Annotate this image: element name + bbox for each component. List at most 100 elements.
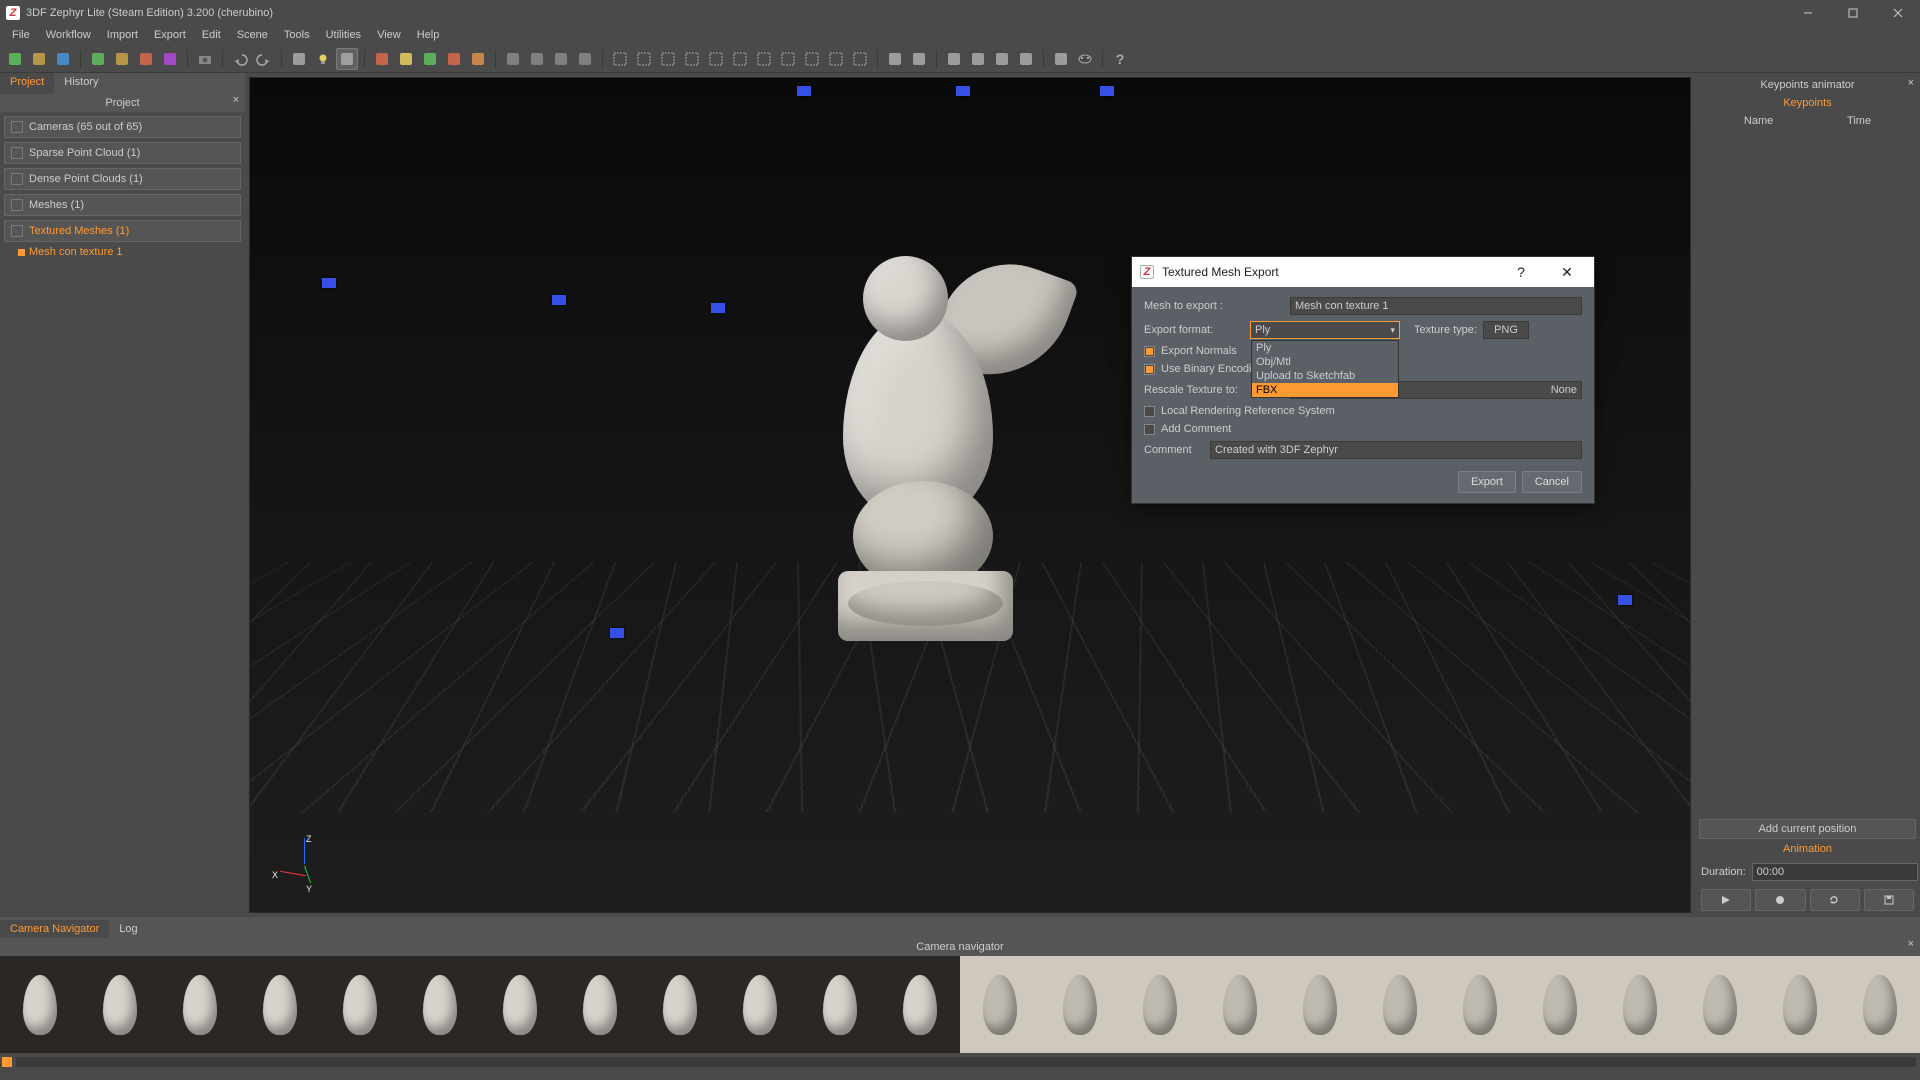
camera-thumbnail[interactable] xyxy=(240,956,320,1053)
toolbar-sel-color-icon[interactable] xyxy=(681,48,703,70)
menu-scene[interactable]: Scene xyxy=(229,27,276,43)
camera-thumbnail[interactable] xyxy=(1520,956,1600,1053)
toolbar-pick-icon[interactable] xyxy=(1015,48,1037,70)
toolbar-new-icon[interactable] xyxy=(4,48,26,70)
mesh-to-export-field[interactable]: Mesh con texture 1 xyxy=(1290,297,1582,315)
keypoints-list[interactable] xyxy=(1699,131,1916,817)
camera-navigator-close-icon[interactable]: × xyxy=(1908,938,1914,950)
camera-thumbnail[interactable] xyxy=(0,956,80,1053)
camera-thumbnail[interactable] xyxy=(320,956,400,1053)
toolbar-wiz4-icon[interactable] xyxy=(159,48,181,70)
camera-thumbnail[interactable] xyxy=(720,956,800,1053)
scrollbar-track[interactable] xyxy=(16,1057,1916,1067)
orientation-gizmo[interactable]: Z X Y xyxy=(276,836,326,886)
camera-thumbnail[interactable] xyxy=(560,956,640,1053)
local-ref-checkbox[interactable] xyxy=(1144,406,1155,417)
toolbar-pts3-icon[interactable] xyxy=(550,48,572,70)
menu-edit[interactable]: Edit xyxy=(194,27,229,43)
toolbar-wiz1-icon[interactable] xyxy=(87,48,109,70)
dialog-help-button[interactable]: ? xyxy=(1502,257,1540,287)
toolbar-shade2-icon[interactable] xyxy=(395,48,417,70)
menu-utilities[interactable]: Utilities xyxy=(318,27,369,43)
camera-thumbnail[interactable] xyxy=(1840,956,1920,1053)
camera-thumbnail[interactable] xyxy=(800,956,880,1053)
toolbar-bbox-icon[interactable] xyxy=(336,48,358,70)
toolbar-help-icon[interactable]: ? xyxy=(1109,48,1131,70)
toolbar-plane-icon[interactable] xyxy=(991,48,1013,70)
dialog-titlebar[interactable]: Z Textured Mesh Export ? ✕ xyxy=(1132,257,1594,287)
camera-thumbnail[interactable] xyxy=(880,956,960,1053)
toolbar-camera-icon[interactable] xyxy=(194,48,216,70)
toolbar-shade5-icon[interactable] xyxy=(467,48,489,70)
toolbar-wiz3-icon[interactable] xyxy=(135,48,157,70)
tree-item-cameras[interactable]: Cameras (65 out of 65) xyxy=(4,116,241,138)
maximize-button[interactable] xyxy=(1830,0,1875,25)
camera-thumbnail[interactable] xyxy=(1760,956,1840,1053)
panel-close-icon[interactable]: × xyxy=(1908,77,1914,89)
toolbar-sel-all-icon[interactable] xyxy=(777,48,799,70)
toolbar-axis-icon[interactable] xyxy=(967,48,989,70)
combo-option-ply[interactable]: Ply xyxy=(1252,341,1398,355)
camera-marker[interactable] xyxy=(552,295,566,305)
toolbar-save-icon[interactable] xyxy=(52,48,74,70)
toolbar-open-icon[interactable] xyxy=(28,48,50,70)
minimize-button[interactable] xyxy=(1785,0,1830,25)
toolbar-sel-inv-icon[interactable] xyxy=(753,48,775,70)
toolbar-sel-shrink-icon[interactable] xyxy=(849,48,871,70)
camera-marker[interactable] xyxy=(322,278,336,288)
menu-help[interactable]: Help xyxy=(409,27,448,43)
toolbar-wrench-icon[interactable] xyxy=(1050,48,1072,70)
toolbar-shade4-icon[interactable] xyxy=(443,48,465,70)
camera-thumbnail[interactable] xyxy=(1680,956,1760,1053)
toolbar-sel-lasso-icon[interactable] xyxy=(633,48,655,70)
texture-type-field[interactable]: PNG xyxy=(1483,321,1529,339)
camera-thumbnail-strip[interactable] xyxy=(0,956,1920,1053)
camera-thumbnail[interactable] xyxy=(480,956,560,1053)
toolbar-wiz2-icon[interactable] xyxy=(111,48,133,70)
toolbar-sel-cuboid-icon[interactable] xyxy=(729,48,751,70)
menu-workflow[interactable]: Workflow xyxy=(38,27,99,43)
loop-button[interactable] xyxy=(1810,889,1860,911)
comment-field[interactable]: Created with 3DF Zephyr xyxy=(1210,441,1582,459)
tree-item-meshes[interactable]: Meshes (1) xyxy=(4,194,241,216)
camera-marker[interactable] xyxy=(1618,595,1632,605)
combo-option-fbx[interactable]: FBX xyxy=(1252,383,1398,397)
camera-thumbnail[interactable] xyxy=(1440,956,1520,1053)
tree-item-textured-meshes[interactable]: Textured Meshes (1) xyxy=(4,220,241,242)
camera-marker[interactable] xyxy=(1100,86,1114,96)
toolbar-shade1-icon[interactable] xyxy=(371,48,393,70)
tab-log[interactable]: Log xyxy=(109,920,147,938)
camera-thumbnail[interactable] xyxy=(1200,956,1280,1053)
record-button[interactable] xyxy=(1755,889,1805,911)
menu-export[interactable]: Export xyxy=(146,27,194,43)
play-button[interactable] xyxy=(1701,889,1751,911)
camera-thumbnail[interactable] xyxy=(960,956,1040,1053)
toolbar-measure-icon[interactable] xyxy=(943,48,965,70)
toolbar-shade3-icon[interactable] xyxy=(419,48,441,70)
tree-subitem-mesh[interactable]: Mesh con texture 1 xyxy=(4,246,241,258)
combo-option-sketchfab[interactable]: Upload to Sketchfab xyxy=(1252,369,1398,383)
toolbar-redo-icon[interactable] xyxy=(253,48,275,70)
toolbar-mask-icon[interactable] xyxy=(1074,48,1096,70)
add-comment-checkbox[interactable] xyxy=(1144,424,1155,435)
project-panel-close-icon[interactable]: × xyxy=(233,94,239,106)
toolbar-del-icon[interactable] xyxy=(908,48,930,70)
camera-marker[interactable] xyxy=(797,86,811,96)
toolbar-pts1-icon[interactable] xyxy=(502,48,524,70)
toolbar-pts4-icon[interactable] xyxy=(574,48,596,70)
camera-thumbnail[interactable] xyxy=(160,956,240,1053)
textured-mesh-object[interactable] xyxy=(783,211,1053,641)
toolbar-sel-rect-icon[interactable] xyxy=(609,48,631,70)
camera-thumbnail[interactable] xyxy=(400,956,480,1053)
tab-project[interactable]: Project xyxy=(0,73,54,94)
camera-marker[interactable] xyxy=(610,628,624,638)
save-animation-button[interactable] xyxy=(1864,889,1914,911)
toolbar-sel-grow-icon[interactable] xyxy=(825,48,847,70)
tab-camera-navigator[interactable]: Camera Navigator xyxy=(0,920,109,938)
camera-thumbnail[interactable] xyxy=(80,956,160,1053)
tree-item-dense[interactable]: Dense Point Clouds (1) xyxy=(4,168,241,190)
camera-thumbnail[interactable] xyxy=(1360,956,1440,1053)
duration-input[interactable] xyxy=(1752,863,1918,881)
camera-thumbnail[interactable] xyxy=(640,956,720,1053)
export-format-combo[interactable]: Ply Ply Obj/Mtl Upload to Sketchfab FBX xyxy=(1250,321,1400,339)
